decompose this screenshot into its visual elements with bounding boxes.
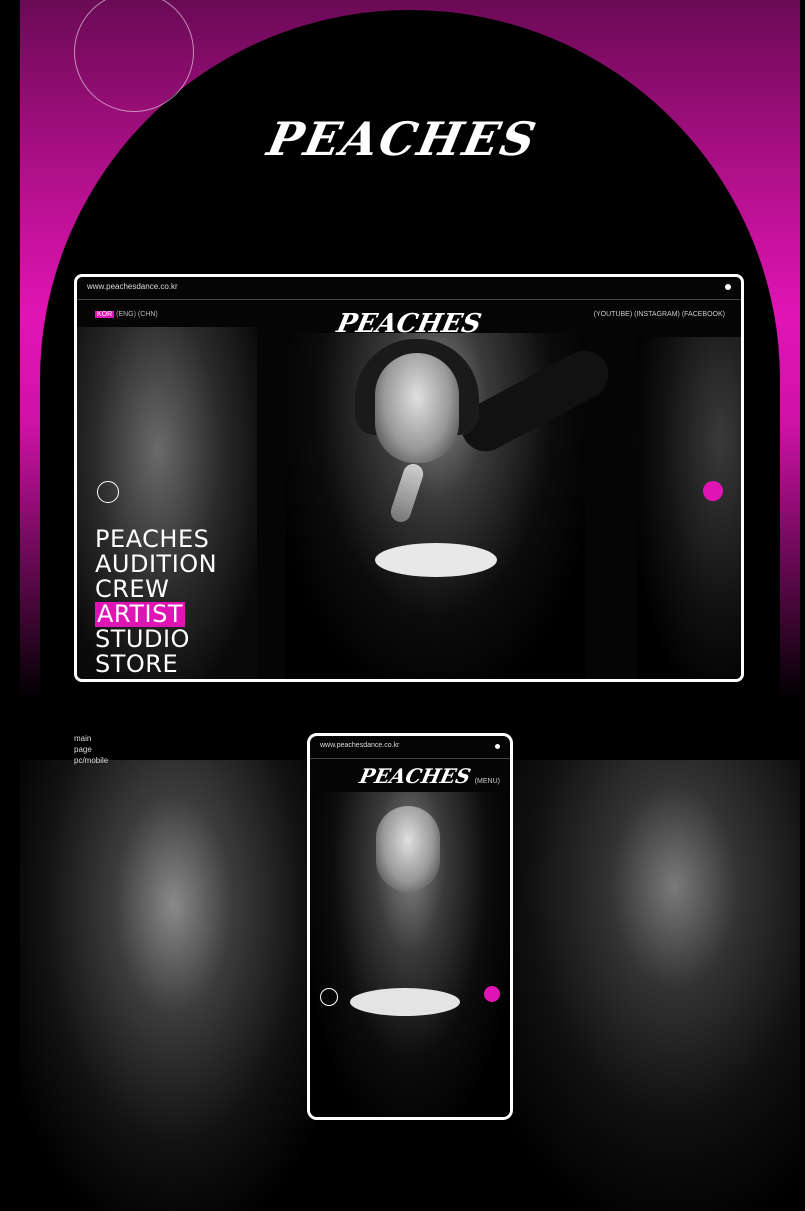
mobile-url-bar[interactable]: www.peachesdance.co.kr	[310, 736, 510, 759]
pc-url[interactable]: www.peachesdance.co.kr	[87, 282, 178, 291]
pc-mockup: www.peachesdance.co.kr KOR (ENG) (CHN) P…	[74, 274, 744, 682]
mobile-pink-indicator[interactable]	[484, 986, 500, 1002]
menu-item-artist[interactable]: ARTIST	[95, 602, 185, 627]
mobile-browser-dot	[495, 744, 500, 749]
menu-item-audition[interactable]: AUDITION	[95, 552, 217, 577]
pc-browser-dot	[725, 284, 731, 290]
label-page: page	[74, 745, 92, 754]
menu-item-peaches[interactable]: PEACHES	[95, 527, 217, 552]
model-face	[375, 353, 459, 463]
slider-pink-indicator[interactable]	[703, 481, 723, 501]
social-links[interactable]: (YOUTUBE) (INSTAGRAM) (FACEBOOK)	[594, 311, 725, 318]
mobile-ring-indicator[interactable]	[320, 988, 338, 1006]
menu-item-store[interactable]: STORE	[95, 652, 217, 677]
portrait-left	[20, 760, 340, 1211]
main-menu: PEACHES AUDITION CREW ARTIST STUDIO STOR…	[95, 527, 217, 677]
mobile-url[interactable]: www.peachesdance.co.kr	[320, 742, 399, 749]
pc-photo-center	[285, 333, 617, 679]
model-hand	[388, 461, 426, 525]
mobile-mockup: www.peachesdance.co.kr PEACHES (MENU)	[307, 733, 513, 1120]
left-strip	[0, 0, 20, 1211]
menu-item-crew[interactable]: CREW	[95, 577, 217, 602]
pc-photo-right	[637, 337, 741, 679]
menu-item-studio[interactable]: STUDIO	[95, 627, 217, 652]
mobile-model-face	[376, 806, 440, 892]
portrait-right	[470, 760, 800, 1211]
pc-url-bar[interactable]: www.peachesdance.co.kr	[77, 277, 741, 300]
mobile-logo[interactable]: PEACHES	[357, 764, 472, 788]
mobile-model-cutout	[350, 988, 460, 1016]
label-pc-mobile: pc/mobile	[74, 756, 109, 765]
brand-logo: PEACHES	[262, 112, 543, 166]
mobile-menu-button[interactable]: (MENU)	[475, 778, 500, 785]
label-main: main	[74, 734, 92, 743]
slider-ring-indicator[interactable]	[97, 481, 119, 503]
mobile-photo	[310, 792, 510, 1117]
model-top-cutout	[375, 543, 497, 577]
section-labels: main page pc/mobile	[74, 733, 108, 766]
